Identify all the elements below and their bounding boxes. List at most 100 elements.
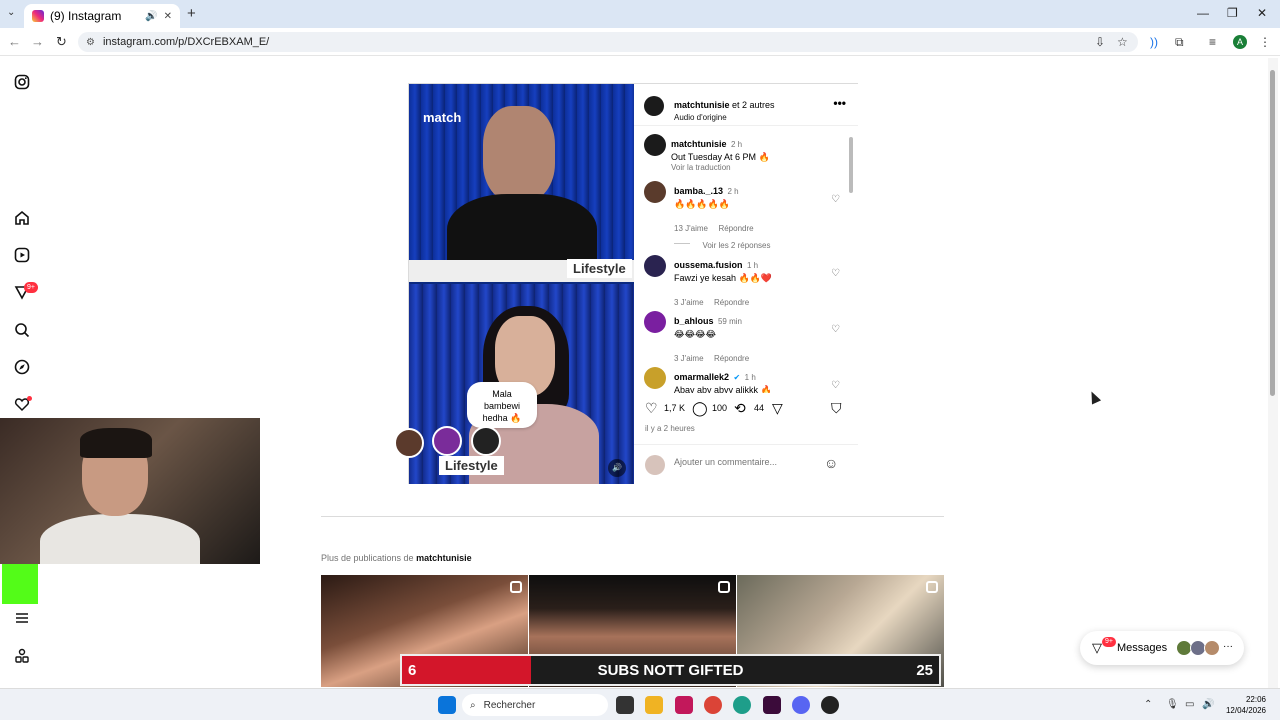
volume-icon[interactable]: 🔊 <box>1202 699 1214 710</box>
like-comment-icon[interactable]: ♡ <box>831 194 840 205</box>
comment-input[interactable] <box>674 457 814 467</box>
clock-date: 12/04/2026 <box>1225 706 1266 715</box>
emoji-icon[interactable]: ☺ <box>824 455 838 471</box>
messages-badge: 9+ <box>1102 637 1116 647</box>
see-translation-link[interactable]: Voir la traduction <box>671 163 831 172</box>
reply-button[interactable]: Répondre <box>718 224 753 233</box>
premiere-icon[interactable] <box>763 696 781 714</box>
browser-menu-icon[interactable]: ⋮ <box>1259 35 1271 49</box>
like-comment-icon[interactable]: ♡ <box>831 268 840 279</box>
url-field[interactable]: ⚙ instagram.com/p/DXCrEBXAM_E/ <box>78 32 1138 52</box>
post-author[interactable]: matchtunisie <box>674 100 730 110</box>
minimize-icon[interactable]: — <box>1197 6 1209 20</box>
reposts-count: 44 <box>754 403 765 413</box>
participant-avatar[interactable] <box>432 426 462 456</box>
view-replies[interactable]: Voir les 2 réponses <box>674 235 844 253</box>
taskbar-search[interactable]: ⌕ Rechercher <box>462 694 608 716</box>
restore-icon[interactable]: ❐ <box>1227 6 1238 20</box>
post-actions: ♡ 1,7 K ◯ 100 ⟲ 44 ▽ ⛉ <box>634 400 858 440</box>
install-app-icon[interactable]: ⇩ <box>1095 35 1105 49</box>
reply-button[interactable]: Répondre <box>714 354 749 363</box>
comment-time: 2 h <box>727 187 739 196</box>
instagram-logo-icon[interactable] <box>12 72 32 92</box>
extensions-icon[interactable]: ⧉ <box>1175 35 1184 50</box>
likes-count[interactable]: 1,7 K <box>664 403 685 413</box>
comment-text: 😂😂😂😂 <box>674 329 717 339</box>
more-menu-icon[interactable] <box>12 608 32 628</box>
comment-avatar[interactable] <box>644 367 666 389</box>
media-controls-icon[interactable]: ≡ <box>1209 35 1216 49</box>
tab-close-icon[interactable]: ✕ <box>164 11 172 22</box>
comment-likes[interactable]: 3 J'aime <box>674 298 704 307</box>
also-from-meta-icon[interactable] <box>12 646 32 666</box>
more-posts-author[interactable]: matchtunisie <box>416 553 472 563</box>
comment-avatar[interactable] <box>644 181 666 203</box>
reels-icon[interactable] <box>12 245 32 265</box>
forward-icon[interactable]: → <box>31 34 44 49</box>
note-line: bambewi <box>483 401 521 411</box>
more-options-icon[interactable]: ••• <box>833 96 846 110</box>
start-windows-icon[interactable] <box>438 696 456 714</box>
tray-overflow-icon[interactable]: ⌃ <box>1144 699 1152 710</box>
caption-avatar[interactable] <box>644 134 666 156</box>
explore-compass-icon[interactable] <box>12 357 32 377</box>
participant-avatar[interactable] <box>471 426 501 456</box>
more-posts-prefix: Plus de publications de <box>321 553 417 563</box>
author-avatar[interactable] <box>644 96 664 116</box>
coauthors-link[interactable]: et 2 autres <box>730 100 775 110</box>
posted-ago: il y a 2 heures <box>645 424 695 433</box>
search-icon[interactable] <box>12 320 32 340</box>
edge-icon[interactable] <box>733 696 751 714</box>
note-bubble: Mala bambewi hedha 🔥 <box>467 382 537 428</box>
back-icon[interactable]: ← <box>8 34 21 49</box>
comment-avatar[interactable] <box>644 255 666 277</box>
bookmark-star-icon[interactable]: ☆ <box>1117 35 1128 49</box>
like-comment-icon[interactable]: ♡ <box>831 324 840 335</box>
reply-button[interactable]: Répondre <box>714 298 749 307</box>
chrome-icon[interactable] <box>704 696 722 714</box>
profile-avatar[interactable]: A <box>1233 35 1247 49</box>
reel-icon <box>718 581 730 593</box>
browser-tab-strip: ⌄ (9) Instagram 🔊 ✕ + — ❐ ✕ <box>0 0 1280 28</box>
audio-label[interactable]: Audio d'origine <box>674 113 775 122</box>
comment-user[interactable]: b_ahlous <box>674 316 714 326</box>
tab-search-icon[interactable]: ⌄ <box>7 7 15 18</box>
file-explorer-icon[interactable] <box>645 696 663 714</box>
comment-icon[interactable]: ◯ <box>692 400 708 417</box>
home-icon[interactable] <box>12 208 32 228</box>
share-icon[interactable]: ▽ <box>772 400 783 417</box>
acrobat-icon[interactable] <box>675 696 693 714</box>
microphone-icon[interactable]: 🎙 <box>1166 699 1179 710</box>
new-tab-icon[interactable]: + <box>187 5 196 22</box>
comment-likes[interactable]: 13 J'aime <box>674 224 708 233</box>
participant-avatar[interactable] <box>394 428 424 458</box>
comment-avatar[interactable] <box>644 311 666 333</box>
comment-user[interactable]: oussema.fusion <box>674 260 743 270</box>
comment-likes[interactable]: 3 J'aime <box>674 354 704 363</box>
obs-icon[interactable] <box>821 696 839 714</box>
post-sidebar: matchtunisie et 2 autres Audio d'origine… <box>634 84 858 484</box>
like-comment-icon[interactable]: ♡ <box>831 380 840 391</box>
webcam-overlay <box>0 418 260 564</box>
messages-button[interactable]: ▽ 9+ Messages ··· <box>1080 631 1244 665</box>
save-bookmark-icon[interactable]: ⛉ <box>831 400 842 417</box>
read-aloud-icon[interactable]: )) <box>1150 35 1158 49</box>
search-icon: ⌕ <box>470 699 476 711</box>
tab-audio-icon[interactable]: 🔊 <box>145 11 157 22</box>
system-clock[interactable]: 22:06 12/04/2026 <box>1220 694 1266 716</box>
network-icon[interactable]: ▭ <box>1185 699 1194 710</box>
browser-tab-instagram[interactable]: (9) Instagram 🔊 ✕ <box>24 4 180 28</box>
comment-user[interactable]: bamba._.13 <box>674 186 723 196</box>
task-view-icon[interactable] <box>616 696 634 714</box>
site-info-icon[interactable]: ⚙ <box>86 37 95 48</box>
reload-icon[interactable]: ↻ <box>56 34 67 50</box>
comments-scrollbar[interactable] <box>849 131 853 391</box>
discord-icon[interactable] <box>792 696 810 714</box>
comment-user[interactable]: omarmallek2 <box>674 372 729 382</box>
like-icon[interactable]: ♡ <box>645 400 658 417</box>
mute-toggle-icon[interactable]: 🔊 <box>608 459 626 477</box>
repost-icon[interactable]: ⟲ <box>734 400 746 417</box>
close-window-icon[interactable]: ✕ <box>1257 6 1267 20</box>
caption-author[interactable]: matchtunisie <box>671 139 727 149</box>
page-scrollbar[interactable] <box>1268 58 1278 688</box>
